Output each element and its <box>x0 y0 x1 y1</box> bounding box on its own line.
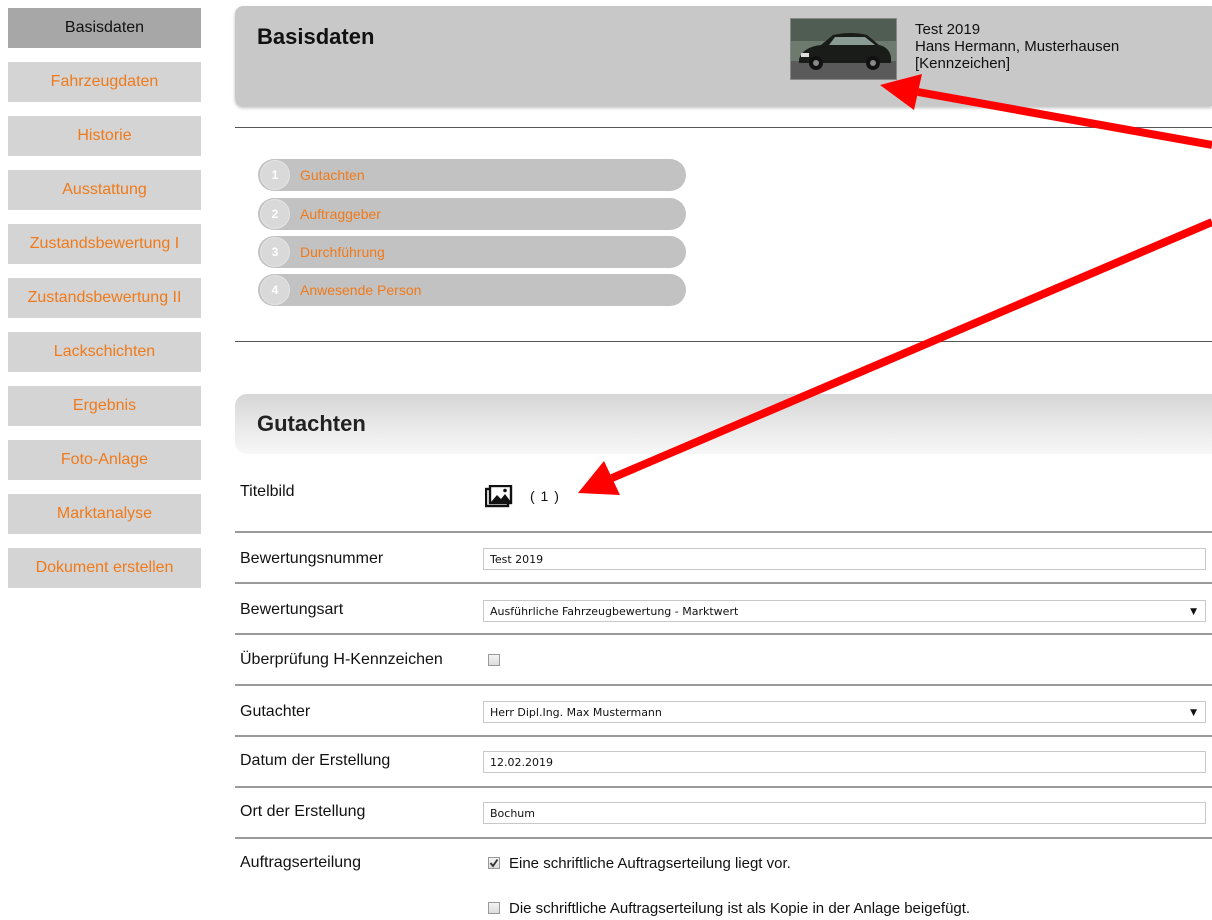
image-count: ( 1 ) <box>530 488 560 504</box>
sidebar-item-zustandsbewertung-2[interactable]: Zustandsbewertung II <box>8 278 201 318</box>
row-divider <box>235 582 1212 584</box>
chevron-down-icon: ▼ <box>1190 607 1197 617</box>
bewertungsart-label: Bewertungsart <box>240 601 344 618</box>
sidebar-item-zustandsbewertung-1[interactable]: Zustandsbewertung I <box>8 224 201 264</box>
bewertungsart-select[interactable]: Ausführliche Fahrzeugbewertung - Marktwe… <box>483 600 1206 622</box>
row-divider <box>235 633 1212 635</box>
sidebar-item-fahrzeugdaten[interactable]: Fahrzeugdaten <box>8 62 201 102</box>
titelbild-label: Titelbild <box>240 483 295 500</box>
step-anwesende-person[interactable]: 4 Anwesende Person <box>258 274 686 306</box>
step-number: 1 <box>260 160 290 190</box>
h-kennzeichen-checkbox[interactable] <box>488 654 500 666</box>
auftrag-kopie-checkbox[interactable] <box>488 902 500 914</box>
step-auftraggeber[interactable]: 2 Auftraggeber <box>258 198 686 230</box>
step-label: Anwesende Person <box>300 282 422 298</box>
sidebar-item-historie[interactable]: Historie <box>8 116 201 156</box>
page-title: Basisdaten <box>257 24 375 49</box>
chevron-down-icon: ▼ <box>1190 708 1197 718</box>
step-number: 3 <box>260 237 290 267</box>
datum-label: Datum der Erstellung <box>240 752 391 769</box>
vehicle-summary: Test 2019 Hans Hermann, Musterhausen [Ke… <box>915 21 1119 72</box>
h-kennzeichen-label: Überprüfung H-Kennzeichen <box>240 651 443 668</box>
gutachter-select[interactable]: Herr Dipl.Ing. Max Mustermann ▼ <box>483 701 1206 723</box>
step-number: 4 <box>260 275 290 305</box>
sidebar-item-ausstattung[interactable]: Ausstattung <box>8 170 201 210</box>
row-divider <box>235 786 1212 788</box>
gutachter-label: Gutachter <box>240 703 311 720</box>
row-divider <box>235 684 1212 686</box>
step-label: Durchführung <box>300 244 385 260</box>
auftragserteilung-label: Auftragserteilung <box>240 854 361 871</box>
arrowhead-titelbild <box>578 461 620 495</box>
auftrag-vorliegend-text: Eine schriftliche Auftragserteilung lieg… <box>509 855 791 872</box>
checkmark-icon <box>489 858 499 868</box>
sidebar-item-lackschichten[interactable]: Lackschichten <box>8 332 201 372</box>
datum-input[interactable]: 12.02.2019 <box>483 751 1206 773</box>
ort-input[interactable]: Bochum <box>483 802 1206 824</box>
sidebar-item-basisdaten[interactable]: Basisdaten <box>8 8 201 48</box>
sidebar-item-marktanalyse[interactable]: Marktanalyse <box>8 494 201 534</box>
sidebar-item-dokument-erstellen[interactable]: Dokument erstellen <box>8 548 201 588</box>
section-title: Gutachten <box>257 411 366 436</box>
ort-label: Ort der Erstellung <box>240 803 366 820</box>
vehicle-summary-line3: [Kennzeichen] <box>915 55 1011 72</box>
row-divider <box>235 735 1212 737</box>
page-header: Basisdaten Test 2019 Hans Hermann, Muste… <box>235 6 1212 106</box>
image-gallery-icon[interactable] <box>484 484 513 509</box>
vehicle-thumbnail[interactable] <box>790 18 897 80</box>
step-label: Auftraggeber <box>300 206 381 222</box>
vehicle-summary-line2: Hans Hermann, Musterhausen <box>915 38 1120 55</box>
section-header: Gutachten <box>235 394 1212 454</box>
bewertungsnummer-input[interactable]: Test 2019 <box>483 548 1206 570</box>
step-label: Gutachten <box>300 167 365 183</box>
row-divider <box>235 837 1212 839</box>
sidebar-item-foto-anlage[interactable]: Foto-Anlage <box>8 440 201 480</box>
step-number: 2 <box>260 199 290 229</box>
sidebar-item-ergebnis[interactable]: Ergebnis <box>8 386 201 426</box>
bewertungsnummer-label: Bewertungsnummer <box>240 550 384 567</box>
bewertungsart-selected-value: Ausführliche Fahrzeugbewertung - Marktwe… <box>490 605 739 618</box>
gutachter-selected-value: Herr Dipl.Ing. Max Mustermann <box>490 706 662 719</box>
vehicle-summary-line1: Test 2019 <box>915 21 981 38</box>
divider <box>235 127 1212 128</box>
pictures-icon <box>484 484 513 508</box>
row-divider <box>235 531 1212 533</box>
auftrag-vorliegend-checkbox[interactable] <box>488 857 500 869</box>
step-gutachten[interactable]: 1 Gutachten <box>258 159 686 191</box>
divider <box>235 341 1212 342</box>
step-durchfuehrung[interactable]: 3 Durchführung <box>258 236 686 268</box>
auftrag-kopie-text: Die schriftliche Auftragserteilung ist a… <box>509 900 971 917</box>
car-photo-icon <box>791 19 896 79</box>
